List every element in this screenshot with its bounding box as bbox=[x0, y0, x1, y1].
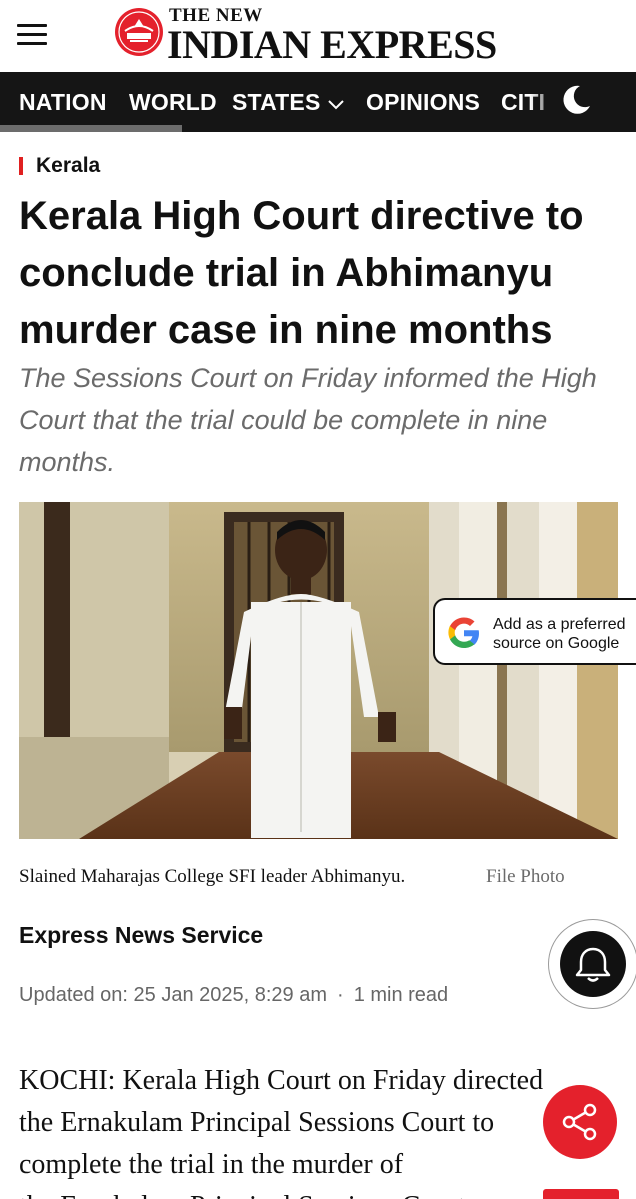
google-preferred-source-button[interactable]: Add as a preferred source on Google bbox=[433, 598, 636, 665]
google-pill-label: Add as a preferred source on Google bbox=[493, 616, 626, 652]
moon-icon[interactable] bbox=[558, 82, 594, 118]
nav-item-nation[interactable]: NATION bbox=[19, 89, 107, 116]
site-header: THE NEW INDIAN EXPRESS bbox=[0, 0, 636, 72]
nav-item-opinions[interactable]: OPINIONS bbox=[366, 89, 480, 116]
nav-item-states-label: STATES bbox=[232, 89, 321, 115]
site-logo[interactable]: THE NEW INDIAN EXPRESS bbox=[114, 4, 524, 67]
meta-separator: · bbox=[337, 984, 344, 1006]
google-icon bbox=[448, 617, 479, 648]
photo-credit: File Photo bbox=[486, 866, 565, 887]
body-line: KOCHI: Kerala High Court on Friday direc… bbox=[19, 1065, 544, 1096]
notification-button-inner bbox=[560, 931, 626, 997]
body-line: the Ernakulam Principal Sessions Court bbox=[19, 1186, 619, 1199]
section-nav: NATION WORLD STATES OPINIONS CITI bbox=[0, 72, 636, 132]
body-line: the Ernakulam Principal Sessions Court t… bbox=[19, 1107, 495, 1138]
author-byline[interactable]: Express News Service bbox=[19, 922, 263, 949]
bottom-red-tab[interactable] bbox=[543, 1189, 619, 1199]
photo-caption: Slained Maharajas College SFI leader Abh… bbox=[19, 866, 406, 887]
chevron-down-icon bbox=[327, 100, 344, 110]
nav-item-world[interactable]: WORLD bbox=[129, 89, 217, 116]
article-meta: Updated on: 25 Jan 2025, 8:29 am · 1 min r… bbox=[19, 984, 448, 1007]
article-photo bbox=[19, 502, 618, 839]
share-icon bbox=[562, 1103, 597, 1141]
body-line: complete the trial in the murder of bbox=[19, 1149, 404, 1180]
menu-icon[interactable] bbox=[17, 22, 47, 46]
category-marker bbox=[19, 157, 23, 175]
nav-active-indicator bbox=[0, 125, 182, 132]
updated-timestamp: Updated on: 25 Jan 2025, 8:29 am bbox=[19, 984, 328, 1006]
share-button[interactable] bbox=[543, 1085, 617, 1159]
category-link[interactable]: Kerala bbox=[36, 154, 100, 178]
read-time: 1 min read bbox=[353, 984, 449, 1006]
article-body: KOCHI: Kerala High Court on Friday direc… bbox=[0, 1060, 636, 1199]
logo-big-text: INDIAN EXPRESS bbox=[167, 22, 497, 67]
article-photo-illustration bbox=[19, 502, 618, 839]
bell-icon bbox=[575, 947, 611, 982]
logo-emblem bbox=[115, 8, 163, 56]
article-standfirst: The Sessions Court on Friday informed th… bbox=[19, 363, 597, 477]
nav-item-states[interactable]: STATES bbox=[232, 89, 345, 116]
article-headline: Kerala High Court directive to conclude … bbox=[19, 194, 584, 352]
notification-button[interactable] bbox=[549, 920, 636, 1008]
